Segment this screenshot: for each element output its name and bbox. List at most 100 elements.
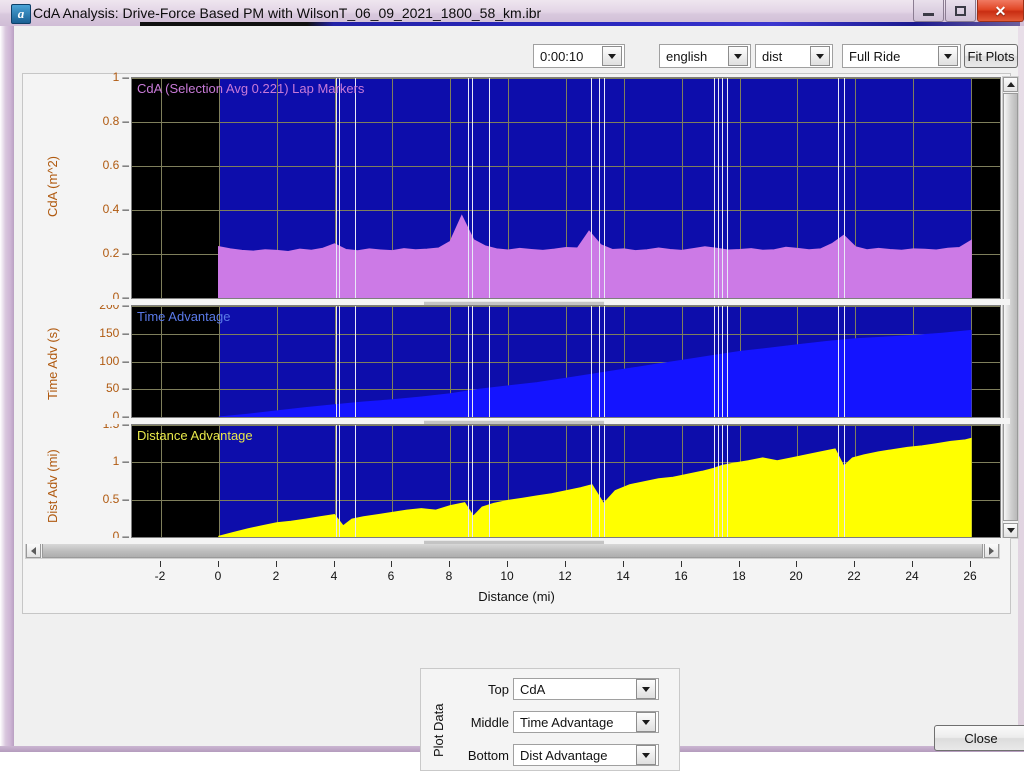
y-axis-column: CdA (m^2) Time Adv (s) Dist Adv (mi) 0–0… bbox=[23, 70, 131, 542]
units-dropdown[interactable]: english bbox=[659, 44, 751, 68]
x-tick-mark bbox=[218, 561, 219, 567]
x-tick-label: 10 bbox=[500, 569, 514, 583]
close-icon: ✕ bbox=[994, 2, 1007, 19]
plot-cda[interactable]: CdA (Selection Avg 0.221) Lap Markers bbox=[131, 77, 1001, 299]
y-tick-label: 150– bbox=[99, 325, 129, 340]
lap-marker-line bbox=[604, 425, 605, 537]
chevron-down-icon[interactable] bbox=[636, 745, 656, 765]
lap-marker-line bbox=[844, 78, 845, 298]
lap-marker-line bbox=[714, 306, 715, 417]
lap-marker-line bbox=[339, 78, 340, 298]
y-axis-label-cda: CdA (m^2) bbox=[45, 155, 60, 217]
vertical-scroll-thumb[interactable] bbox=[1003, 93, 1018, 521]
interval-value: 0:00:10 bbox=[540, 48, 584, 64]
plot-splitter-3[interactable] bbox=[23, 538, 1010, 544]
lap-marker-line bbox=[336, 78, 337, 298]
plot-time-advantage[interactable]: Time Advantage bbox=[131, 305, 1001, 418]
middle-plot-value: Time Advantage bbox=[520, 714, 614, 730]
triangle-left-icon bbox=[31, 546, 36, 555]
series-area bbox=[218, 437, 972, 537]
middle-plot-dropdown[interactable]: Time Advantage bbox=[513, 711, 659, 733]
scroll-right-button[interactable] bbox=[984, 543, 999, 558]
lap-marker-line bbox=[336, 425, 337, 537]
scroll-left-button[interactable] bbox=[26, 543, 41, 558]
lap-marker-line bbox=[844, 306, 845, 417]
top-plot-label: Top bbox=[488, 682, 509, 697]
lap-marker-line bbox=[838, 306, 839, 417]
x-tick-label: 8 bbox=[445, 569, 453, 583]
lap-marker-line bbox=[489, 425, 490, 537]
y-tick-label: 0.2– bbox=[102, 246, 129, 260]
interval-dropdown[interactable]: 0:00:10 bbox=[533, 44, 625, 68]
scroll-up-button[interactable] bbox=[1003, 77, 1018, 92]
x-tick-label: 14 bbox=[616, 569, 630, 583]
scroll-down-button[interactable] bbox=[1003, 523, 1018, 538]
triangle-up-icon bbox=[1006, 82, 1015, 87]
y-tick-label: 1– bbox=[112, 70, 129, 84]
chevron-down-icon[interactable] bbox=[636, 679, 656, 699]
y-axis-label-dist: Dist Adv (mi) bbox=[45, 448, 60, 523]
x-tick-mark bbox=[276, 561, 277, 567]
triangle-right-icon bbox=[989, 546, 994, 555]
y-tick-label: 0.6– bbox=[102, 158, 129, 172]
x-tick-label: 24 bbox=[905, 569, 919, 583]
lap-marker-line bbox=[599, 78, 600, 298]
x-tick-mark bbox=[970, 561, 971, 567]
lap-marker-line bbox=[336, 306, 337, 417]
lap-marker-line bbox=[355, 306, 356, 417]
plot-splitter-2[interactable] bbox=[23, 418, 1010, 424]
window-left-border bbox=[0, 0, 14, 752]
x-tick-mark bbox=[623, 561, 624, 567]
bottom-plot-dropdown[interactable]: Dist Advantage bbox=[513, 744, 659, 766]
plot-horizontal-scrollbar[interactable] bbox=[25, 542, 1000, 559]
chevron-down-icon[interactable] bbox=[728, 46, 748, 66]
x-axis: Distance (mi) -2 0 2 4 6 8 10 12 14 16 18 20 22 24 26 bbox=[23, 561, 1010, 613]
fit-plots-button[interactable]: Fit Plots bbox=[964, 44, 1018, 68]
middle-plot-label: Middle bbox=[470, 715, 509, 730]
plot-vertical-scrollbar[interactable] bbox=[1002, 76, 1019, 539]
lap-marker-line bbox=[339, 306, 340, 417]
x-tick-label: 16 bbox=[674, 569, 688, 583]
y-tick-label: 0.4– bbox=[102, 202, 129, 216]
ride-range-dropdown[interactable]: Full Ride bbox=[842, 44, 961, 68]
x-tick-mark bbox=[912, 561, 913, 567]
lap-marker-line bbox=[718, 78, 719, 298]
splitter-handle bbox=[424, 301, 604, 305]
x-axis-label: Distance (mi) bbox=[478, 589, 555, 604]
x-tick-mark bbox=[565, 561, 566, 567]
window-title: CdA Analysis: Drive-Force Based PM with … bbox=[33, 5, 542, 21]
window-controls: ✕ bbox=[912, 0, 1024, 22]
plot-distance-advantage[interactable]: Distance Advantage bbox=[131, 424, 1001, 538]
chevron-down-icon[interactable] bbox=[810, 46, 830, 66]
plot-splitter-1[interactable] bbox=[23, 299, 1010, 305]
xaxis-mode-dropdown[interactable]: dist bbox=[755, 44, 833, 68]
y-tick-label: 0.8– bbox=[102, 114, 129, 128]
minimize-button[interactable] bbox=[913, 0, 944, 22]
chevron-down-icon[interactable] bbox=[938, 46, 958, 66]
x-tick-label: 18 bbox=[732, 569, 746, 583]
y-tick-label: 1– bbox=[112, 454, 129, 469]
top-plot-value: CdA bbox=[520, 681, 546, 697]
lap-marker-line bbox=[838, 425, 839, 537]
series-area bbox=[218, 329, 972, 417]
window-close-button[interactable]: ✕ bbox=[977, 0, 1024, 22]
y-tick-label: 100– bbox=[99, 353, 129, 368]
top-plot-dropdown[interactable]: CdA bbox=[513, 678, 659, 700]
y-axis-label-time: Time Adv (s) bbox=[45, 327, 60, 400]
lap-marker-line bbox=[599, 425, 600, 537]
close-button[interactable]: Close bbox=[934, 725, 1024, 751]
lap-marker-line bbox=[472, 425, 473, 537]
x-tick-label: 0 bbox=[214, 569, 222, 583]
chevron-down-icon[interactable] bbox=[602, 46, 622, 66]
app-icon: a bbox=[11, 4, 31, 24]
bottom-plot-value: Dist Advantage bbox=[520, 747, 608, 763]
lap-marker-line bbox=[489, 306, 490, 417]
maximize-button[interactable] bbox=[945, 0, 976, 22]
x-tick-label: 26 bbox=[963, 569, 977, 583]
lap-marker-line bbox=[591, 425, 592, 537]
horizontal-scroll-thumb[interactable] bbox=[42, 543, 983, 558]
cda-analysis-window: a CdA Analysis: Drive-Force Based PM wit… bbox=[0, 0, 1024, 771]
title-bar[interactable]: a CdA Analysis: Drive-Force Based PM wit… bbox=[0, 0, 1024, 26]
chevron-down-icon[interactable] bbox=[636, 712, 656, 732]
lap-marker-line bbox=[355, 78, 356, 298]
